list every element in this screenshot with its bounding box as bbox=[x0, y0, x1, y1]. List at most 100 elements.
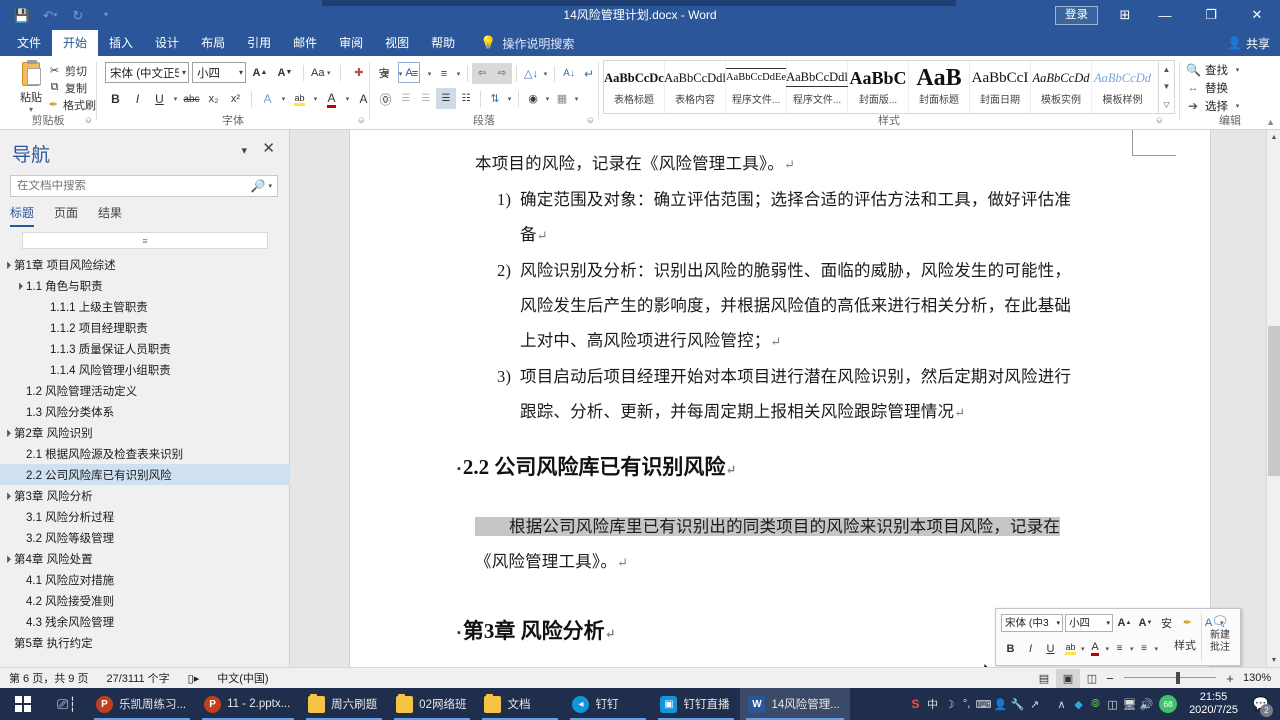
taskbar-item-ppt-2[interactable]: P 11 - 2.pptx... bbox=[196, 688, 300, 720]
superscript-button[interactable]: x² bbox=[225, 88, 246, 110]
sort-button[interactable]: △↓ bbox=[521, 63, 541, 84]
document-text-body[interactable]: 本项目的风险，记录在《风险管理工具》。↵ 1) 确定范围及对象：确立评估范围；选… bbox=[457, 146, 1085, 651]
decrease-indent-button[interactable]: ⇦ bbox=[472, 63, 492, 84]
proofing-status-icon[interactable]: ▯▸ bbox=[179, 672, 209, 685]
scroll-down-icon[interactable]: ▼ bbox=[1267, 653, 1280, 667]
heading-2-2[interactable]: ▪2.2 公司风险库已有识别风险↵ bbox=[457, 450, 1085, 487]
nav-tab-results[interactable]: 结果 bbox=[98, 204, 122, 227]
text-highlight-button[interactable]: ab bbox=[289, 88, 310, 110]
mini-phonetic-button[interactable]: 安 bbox=[1157, 613, 1176, 632]
styles-gallery[interactable]: AaBbCcDc 表格标题 AaBbCcDdl 表格内容 AaBbCcDdEe … bbox=[603, 60, 1159, 114]
web-layout-button[interactable]: ◫ bbox=[1080, 669, 1104, 688]
collapse-ribbon-icon[interactable]: ▲ bbox=[1266, 117, 1275, 127]
clipboard-dialog-launcher[interactable]: ⎉ bbox=[85, 115, 92, 126]
search-icon[interactable]: 🔎 bbox=[248, 179, 269, 193]
mini-bullets-button[interactable]: ≡ bbox=[1110, 639, 1129, 658]
nav-heading-item[interactable]: ◢ 第1章 项目风险综述 bbox=[0, 254, 290, 275]
tab-help[interactable]: 帮助 bbox=[420, 30, 466, 56]
bullets-button[interactable]: ≡ bbox=[376, 63, 396, 84]
justify-button[interactable]: ☰ bbox=[436, 88, 456, 109]
align-center-button[interactable]: ☰ bbox=[396, 88, 416, 109]
chevron-down-icon[interactable]: ▾ bbox=[1106, 645, 1110, 653]
borders-button[interactable]: ▦ bbox=[552, 88, 572, 109]
underline-button[interactable]: U bbox=[149, 88, 170, 110]
align-right-button[interactable]: ☰ bbox=[416, 88, 436, 109]
navigation-search-box[interactable]: 🔎 ▾ bbox=[10, 175, 278, 197]
tab-view[interactable]: 视图 bbox=[374, 30, 420, 56]
grow-font-button[interactable]: A ▲ bbox=[249, 62, 271, 83]
tab-mailings[interactable]: 邮件 bbox=[282, 30, 328, 56]
minimize-icon[interactable]: — bbox=[1142, 0, 1188, 30]
nav-heading-item[interactable]: ◢ 1.1 角色与职责 bbox=[0, 275, 290, 296]
shading-button[interactable]: ◉ bbox=[523, 88, 543, 109]
styles-dialog-launcher[interactable]: ⎉ bbox=[1156, 115, 1163, 126]
font-dialog-launcher[interactable]: ⎉ bbox=[358, 115, 365, 126]
style-item[interactable]: AaBbCcDdEe 程序文件... bbox=[725, 61, 787, 113]
tab-layout[interactable]: 布局 bbox=[190, 30, 236, 56]
nav-tab-headings[interactable]: 标题 bbox=[10, 204, 35, 227]
nav-heading-item[interactable]: 2.2 公司风险库已有识别风险 bbox=[0, 464, 290, 485]
mini-italic-button[interactable]: I bbox=[1021, 639, 1040, 658]
style-item[interactable]: AaBbCcDdl 程序文件... bbox=[786, 61, 848, 113]
nav-heading-item[interactable]: 1.1.4 风险管理小组职责 bbox=[0, 359, 290, 380]
ime-expand-icon[interactable]: ↗ bbox=[1026, 688, 1043, 720]
display-tray-icon[interactable]: 🖥 bbox=[1121, 688, 1138, 720]
taskbar-item-ppt-1[interactable]: P 乐凯周练习... bbox=[88, 688, 196, 720]
multilevel-list-button[interactable]: ≡ bbox=[434, 63, 454, 84]
scrollbar-thumb[interactable] bbox=[1268, 326, 1280, 476]
ime-moon-icon[interactable]: ☽ bbox=[941, 688, 958, 720]
navigation-pane-options-icon[interactable]: ▾ bbox=[241, 144, 247, 157]
text-effects-button[interactable]: A bbox=[257, 88, 278, 110]
tab-references[interactable]: 引用 bbox=[236, 30, 282, 56]
nav-heading-item[interactable]: 1.3 风险分类体系 bbox=[0, 401, 290, 422]
subscript-button[interactable]: x₂ bbox=[203, 88, 224, 110]
mini-bold-button[interactable]: B bbox=[1001, 639, 1020, 658]
word-count-status[interactable]: 27/3111 个字 bbox=[97, 670, 178, 686]
copy-button[interactable]: ⧉ 复制 bbox=[48, 79, 96, 96]
show-hidden-icons-chevron[interactable]: ∧ bbox=[1053, 688, 1070, 720]
replace-button[interactable]: ↔ 替换 bbox=[1186, 79, 1280, 97]
styles-gallery-scroll[interactable]: ▲ ▼ ▽ bbox=[1159, 60, 1175, 114]
tab-file[interactable]: 文件 bbox=[6, 30, 52, 56]
mini-shrink-font-button[interactable]: A ▼ bbox=[1136, 613, 1155, 632]
close-icon[interactable]: ✕ bbox=[1234, 0, 1280, 30]
paragraph-continued[interactable]: 《风险管理工具》。↵ bbox=[475, 544, 1085, 580]
tell-me-search[interactable]: 💡 操作说明搜索 bbox=[480, 35, 574, 52]
page-number-status[interactable]: 第 6 页，共 9 页 bbox=[0, 670, 97, 686]
ribbon-display-options-icon[interactable]: ⊞ bbox=[1108, 0, 1142, 30]
paste-button[interactable]: 粘贴 ▾ bbox=[10, 60, 52, 114]
vertical-scrollbar[interactable]: ▲ ▼ bbox=[1266, 130, 1280, 667]
read-mode-button[interactable]: ▤ bbox=[1032, 669, 1056, 688]
gallery-more-icon[interactable]: ▽ bbox=[1159, 96, 1174, 113]
language-status[interactable]: 中文(中国) bbox=[208, 670, 277, 686]
sign-in-button[interactable]: 登录 bbox=[1055, 5, 1098, 25]
font-name-combo[interactable]: 宋体 (中文正5 ▾ bbox=[105, 62, 189, 83]
tab-review[interactable]: 审阅 bbox=[328, 30, 374, 56]
cut-button[interactable]: ✂ 剪切 bbox=[48, 62, 96, 79]
sort-az-button[interactable]: A↓ bbox=[559, 63, 579, 84]
mini-highlight-button[interactable]: ab bbox=[1061, 639, 1080, 658]
style-item[interactable]: AaBbCcI 封面日期 bbox=[970, 61, 1031, 113]
ime-tools-icon[interactable]: 🔧 bbox=[1009, 688, 1026, 720]
nav-heading-item[interactable]: ◢ 第4章 风险处置 bbox=[0, 548, 290, 569]
taskbar-item-word[interactable]: W 14风险管理... bbox=[740, 688, 850, 720]
tab-insert[interactable]: 插入 bbox=[98, 30, 144, 56]
nav-heading-item[interactable]: 4.3 残余风险管理 bbox=[0, 611, 290, 632]
nav-heading-item[interactable]: ◢ 第3章 风险分析 bbox=[0, 485, 290, 506]
taskbar-item-folder-2[interactable]: 02网络班 bbox=[388, 688, 476, 720]
update-tray-icon[interactable]: ⦾ bbox=[1087, 688, 1104, 720]
taskbar-item-folder-1[interactable]: 周六刷题 bbox=[300, 688, 388, 720]
heading-chapter-3[interactable]: ▪第3章 风险分析↵ bbox=[457, 614, 1085, 651]
tab-home[interactable]: 开始 bbox=[52, 30, 99, 56]
mini-font-size-combo[interactable]: 小四 ▾ bbox=[1065, 613, 1113, 632]
italic-button[interactable]: I bbox=[127, 88, 148, 110]
bold-button[interactable]: B bbox=[105, 88, 126, 110]
style-item[interactable]: AaBbC 封面版... bbox=[848, 61, 909, 113]
taskbar-item-folder-3[interactable]: 文档 bbox=[476, 688, 564, 720]
clear-formatting-button[interactable]: ✚ bbox=[348, 62, 370, 83]
mini-format-painter-button[interactable]: ✒ bbox=[1178, 613, 1197, 632]
chevron-down-icon[interactable]: ▾ bbox=[1130, 645, 1134, 653]
increase-indent-button[interactable]: ⇨ bbox=[492, 63, 512, 84]
document-page[interactable]: 本项目的风险，记录在《风险管理工具》。↵ 1) 确定范围及对象：确立评估范围；选… bbox=[350, 130, 1210, 667]
align-left-button[interactable]: ☰ bbox=[376, 88, 396, 109]
